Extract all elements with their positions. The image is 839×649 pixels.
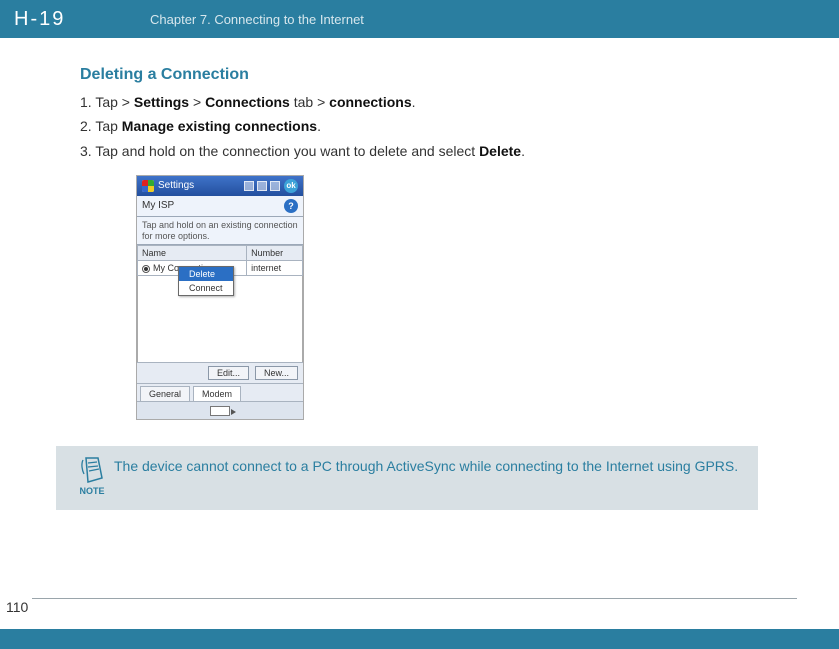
step-text: >: [189, 94, 205, 110]
subheader-bar: My ISP ?: [137, 196, 303, 217]
step-text: Tap: [95, 118, 121, 134]
step-text: .: [521, 143, 525, 159]
note-icon-column: NOTE: [70, 456, 114, 496]
note-label: NOTE: [79, 486, 104, 496]
step-bold: connections: [329, 94, 411, 110]
menu-delete[interactable]: Delete: [179, 267, 233, 281]
radio-selected-icon[interactable]: [142, 265, 150, 273]
chapter-title: Chapter 7. Connecting to the Internet: [150, 12, 364, 27]
step-text: .: [317, 118, 321, 134]
brand-logo: H-19: [14, 0, 94, 38]
note-box: NOTE The device cannot connect to a PC t…: [56, 446, 758, 510]
tab-modem[interactable]: Modem: [193, 386, 241, 401]
step-num: 3.: [80, 143, 92, 159]
device-titlebar: Settings ok: [137, 176, 303, 196]
menu-connect[interactable]: Connect: [179, 281, 233, 295]
step-text: .: [412, 94, 416, 110]
step-text: tab >: [290, 94, 329, 110]
button-row: Edit... New...: [137, 362, 303, 383]
page-rule: [32, 598, 797, 599]
footer-bar: [0, 629, 839, 649]
signal-icon: [244, 181, 254, 191]
isp-label: My ISP: [142, 200, 174, 211]
page-number: 110: [6, 599, 28, 615]
status-icons: [244, 181, 280, 191]
new-button[interactable]: New...: [255, 366, 298, 380]
settings-title: Settings: [158, 180, 194, 191]
step-text: Tap and hold on the connection you want …: [95, 143, 479, 159]
header-bar: H-19 Chapter 7. Connecting to the Intern…: [0, 0, 839, 38]
col-number: Number: [247, 246, 303, 261]
note-text: The device cannot connect to a PC throug…: [114, 456, 738, 496]
step-num: 1.: [80, 94, 92, 110]
volume-icon: [270, 181, 280, 191]
embedded-screenshot: Settings ok My ISP ? Tap and hold on an …: [136, 175, 759, 421]
step-num: 2.: [80, 118, 92, 134]
step-bold: Connections: [205, 94, 290, 110]
row-number: internet: [247, 261, 303, 276]
step-bold: Settings: [134, 94, 189, 110]
tab-general[interactable]: General: [140, 386, 190, 401]
tab-row: General Modem: [137, 383, 303, 401]
hint-text: Tap and hold on an existing connection f…: [137, 217, 303, 246]
page-content: Deleting a Connection 1. Tap > Settings …: [0, 38, 839, 510]
wifi-icon: [257, 181, 267, 191]
edit-button[interactable]: Edit...: [208, 366, 249, 380]
section-heading: Deleting a Connection: [80, 66, 759, 84]
step-bold: Manage existing connections: [122, 118, 317, 134]
windows-icon: [142, 180, 154, 192]
keyboard-icon[interactable]: [210, 406, 230, 416]
col-name: Name: [138, 246, 247, 261]
step-1: 1. Tap > Settings > Connections tab > co…: [80, 92, 759, 112]
note-icon: [80, 456, 104, 484]
device-screenshot: Settings ok My ISP ? Tap and hold on an …: [136, 175, 304, 421]
list-area: Delete Connect: [137, 276, 303, 362]
step-3: 3. Tap and hold on the connection you wa…: [80, 141, 759, 161]
step-text: Tap >: [95, 94, 134, 110]
soft-key-bar: [137, 401, 303, 419]
help-icon[interactable]: ?: [284, 199, 298, 213]
step-2: 2. Tap Manage existing connections.: [80, 116, 759, 136]
context-menu: Delete Connect: [178, 266, 234, 296]
ok-button[interactable]: ok: [284, 179, 298, 193]
svg-text:H-19: H-19: [14, 9, 65, 29]
step-bold: Delete: [479, 143, 521, 159]
